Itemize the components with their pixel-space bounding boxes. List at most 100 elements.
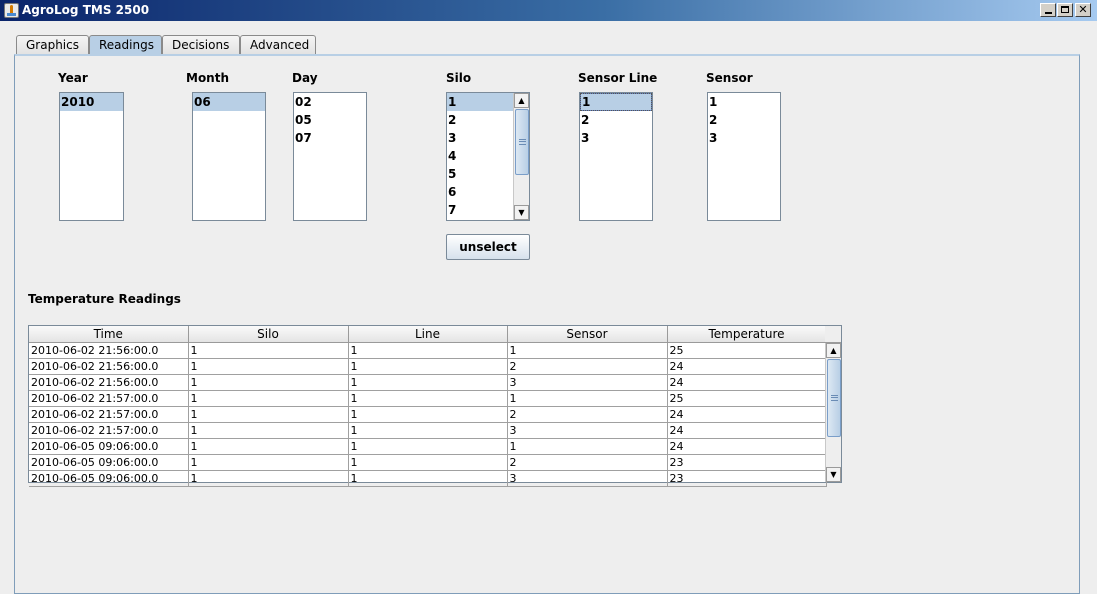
list-item[interactable]: 1: [447, 93, 513, 111]
cell-sensor: 3: [507, 374, 668, 391]
close-button[interactable]: ✕: [1075, 3, 1091, 17]
cell-temperature: 25: [667, 390, 827, 407]
cell-silo: 1: [188, 374, 349, 391]
scroll-thumb[interactable]: [827, 359, 841, 437]
list-item[interactable]: 07: [294, 129, 366, 147]
tab-graphics[interactable]: Graphics: [16, 35, 89, 55]
table-row[interactable]: 2010-06-05 09:06:00.0 1 1 1 24: [29, 438, 827, 455]
list-item[interactable]: 2: [580, 111, 652, 129]
cell-line: 1: [348, 342, 508, 359]
sensor-line-list[interactable]: 1 2 3: [579, 92, 653, 221]
scroll-thumb[interactable]: [515, 109, 529, 175]
column-header-time[interactable]: Time: [29, 326, 189, 343]
cell-time: 2010-06-02 21:57:00.0: [29, 422, 189, 439]
app-icon: [4, 3, 19, 18]
list-item[interactable]: 6: [447, 183, 513, 201]
cell-silo: 1: [188, 390, 349, 407]
table-row[interactable]: 2010-06-05 09:06:00.0 1 1 3 23: [29, 470, 827, 487]
list-item[interactable]: 4: [447, 147, 513, 165]
day-list[interactable]: 02 05 07: [293, 92, 367, 221]
table-scrollbar[interactable]: ▲ ▼: [825, 343, 841, 482]
readings-title: Temperature Readings: [28, 292, 181, 306]
cell-silo: 1: [188, 406, 349, 423]
list-item[interactable]: 1: [708, 93, 780, 111]
table-row[interactable]: 2010-06-02 21:57:00.0 1 1 2 24: [29, 406, 827, 423]
cell-sensor: 2: [507, 454, 668, 471]
list-item[interactable]: 7: [447, 201, 513, 219]
list-item[interactable]: 3: [447, 129, 513, 147]
list-item[interactable]: 5: [447, 165, 513, 183]
readings-table[interactable]: Time Silo Line Sensor Temperature 2010-0…: [28, 325, 842, 487]
scroll-up-arrow-icon[interactable]: ▲: [514, 93, 529, 108]
scroll-down-arrow-icon[interactable]: ▼: [826, 467, 841, 482]
tab-decisions[interactable]: Decisions: [162, 35, 240, 55]
year-list[interactable]: 2010: [59, 92, 124, 221]
cell-time: 2010-06-05 09:06:00.0: [29, 470, 189, 487]
scroll-up-arrow-icon[interactable]: ▲: [826, 343, 841, 358]
window-title: AgroLog TMS 2500: [22, 3, 150, 17]
table-row[interactable]: 2010-06-02 21:56:00.0 1 1 1 25: [29, 342, 827, 359]
sensor-list[interactable]: 1 2 3: [707, 92, 781, 221]
cell-temperature: 23: [667, 470, 827, 487]
maximize-icon: [1061, 6, 1069, 13]
cell-line: 1: [348, 422, 508, 439]
cell-silo: 1: [188, 342, 349, 359]
day-label: Day: [292, 71, 318, 85]
list-item[interactable]: 06: [193, 93, 265, 111]
year-label: Year: [58, 71, 88, 85]
title-bar[interactable]: AgroLog TMS 2500 ✕: [0, 0, 1097, 21]
cell-line: 1: [348, 390, 508, 407]
column-header-line[interactable]: Line: [348, 326, 508, 343]
list-item[interactable]: 3: [580, 129, 652, 147]
cell-sensor: 2: [507, 406, 668, 423]
grip-icon: [519, 139, 526, 145]
cell-line: 1: [348, 454, 508, 471]
cell-silo: 1: [188, 422, 349, 439]
scroll-down-arrow-icon[interactable]: ▼: [514, 205, 529, 220]
sensor-label: Sensor: [706, 71, 753, 85]
maximize-button[interactable]: [1057, 3, 1073, 17]
sensor-line-label: Sensor Line: [578, 71, 658, 85]
list-item[interactable]: 2: [708, 111, 780, 129]
cell-temperature: 24: [667, 438, 827, 455]
month-list[interactable]: 06: [192, 92, 266, 221]
list-item[interactable]: 3: [708, 129, 780, 147]
cell-line: 1: [348, 470, 508, 487]
cell-time: 2010-06-05 09:06:00.0: [29, 438, 189, 455]
table-row[interactable]: 2010-06-02 21:56:00.0 1 1 3 24: [29, 374, 827, 391]
cell-temperature: 24: [667, 358, 827, 375]
table-row[interactable]: 2010-06-02 21:57:00.0 1 1 1 25: [29, 390, 827, 407]
silo-list[interactable]: 1 2 3 4 5 6 7 ▲ ▼: [446, 92, 530, 221]
minimize-icon: [1044, 12, 1052, 14]
list-item[interactable]: 02: [294, 93, 366, 111]
cell-line: 1: [348, 438, 508, 455]
minimize-button[interactable]: [1040, 3, 1056, 17]
table-row[interactable]: 2010-06-05 09:06:00.0 1 1 2 23: [29, 454, 827, 471]
silo-scrollbar[interactable]: ▲ ▼: [513, 93, 529, 220]
tab-readings[interactable]: Readings: [89, 35, 162, 56]
cell-silo: 1: [188, 438, 349, 455]
column-header-silo[interactable]: Silo: [188, 326, 349, 343]
tab-advanced[interactable]: Advanced: [240, 35, 316, 55]
cell-time: 2010-06-02 21:57:00.0: [29, 406, 189, 423]
list-item[interactable]: 2: [447, 111, 513, 129]
table-row[interactable]: 2010-06-02 21:56:00.0 1 1 2 24: [29, 358, 827, 375]
column-header-temperature[interactable]: Temperature: [667, 326, 827, 343]
list-item[interactable]: 2010: [60, 93, 123, 111]
column-header-sensor[interactable]: Sensor: [507, 326, 668, 343]
cell-time: 2010-06-02 21:56:00.0: [29, 358, 189, 375]
cell-line: 1: [348, 374, 508, 391]
cell-sensor: 3: [507, 422, 668, 439]
readings-grid: Time Silo Line Sensor Temperature 2010-0…: [29, 326, 827, 487]
silo-label: Silo: [446, 71, 472, 85]
cell-silo: 1: [188, 358, 349, 375]
cell-silo: 1: [188, 454, 349, 471]
table-row[interactable]: 2010-06-02 21:57:00.0 1 1 3 24: [29, 422, 827, 439]
cell-sensor: 2: [507, 358, 668, 375]
unselect-button[interactable]: unselect: [446, 234, 530, 260]
list-item[interactable]: 05: [294, 111, 366, 129]
cell-line: 1: [348, 358, 508, 375]
cell-silo: 1: [188, 470, 349, 487]
list-item[interactable]: 1: [580, 93, 652, 111]
cell-sensor: 3: [507, 470, 668, 487]
